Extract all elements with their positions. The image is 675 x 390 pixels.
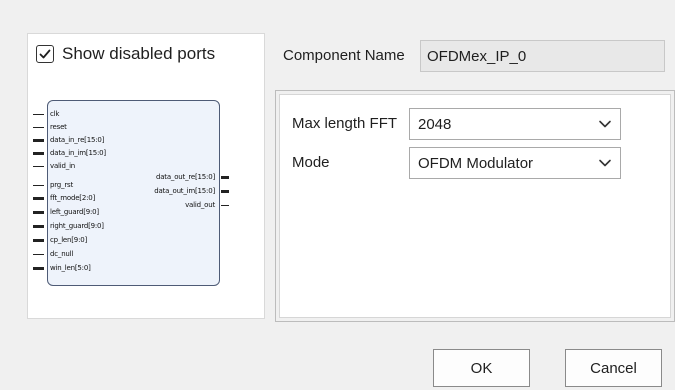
port-pin (33, 138, 44, 142)
customize-ip-dialog: Show disabled ports clk reset data_in_re… (0, 0, 675, 390)
input-port: prg_rst (33, 180, 73, 190)
parameters-content: Max length FFT 2048 Mode OFDM Modulator (279, 94, 671, 318)
mode-value: OFDM Modulator (418, 154, 534, 172)
component-name-label: Component Name (283, 47, 405, 64)
port-name: clk (50, 110, 60, 118)
port-pin (33, 238, 44, 242)
input-port: clk (33, 109, 59, 119)
cancel-button[interactable]: Cancel (565, 349, 662, 387)
port-pin (221, 204, 229, 206)
show-disabled-ports-label: Show disabled ports (62, 44, 216, 63)
port-pin (33, 184, 44, 186)
port-name: data_in_re[15:0] (50, 136, 105, 144)
port-pin (33, 126, 44, 128)
output-port: data_out_im[15:0] (154, 186, 229, 196)
input-port: win_len[5:0] (33, 263, 91, 273)
port-name: reset (50, 123, 67, 131)
input-port: left_guard[9:0] (33, 207, 99, 217)
input-port: right_guard[9:0] (33, 221, 104, 231)
port-pin (33, 196, 44, 200)
input-port: reset (33, 122, 67, 132)
port-pin (33, 165, 44, 167)
port-name: valid_out (185, 201, 215, 209)
port-pin (33, 253, 44, 255)
chevron-down-icon (590, 119, 620, 129)
output-port: data_out_re[15:0] (156, 172, 229, 182)
input-port: valid_in (33, 161, 75, 171)
input-port: cp_len[9:0] (33, 235, 87, 245)
input-port: data_in_im[15:0] (33, 148, 106, 158)
port-pin (221, 175, 229, 179)
ok-button[interactable]: OK (433, 349, 530, 387)
port-name: data_out_im[15:0] (154, 187, 215, 195)
check-icon (39, 49, 51, 59)
show-disabled-ports-checkbox[interactable]: Show disabled ports (36, 44, 215, 64)
input-port: fft_mode[2:0] (33, 193, 95, 203)
output-port: valid_out (185, 200, 229, 210)
port-pin (221, 189, 229, 193)
port-pin (33, 224, 44, 228)
max-length-fft-value: 2048 (418, 115, 452, 133)
port-name: right_guard[9:0] (50, 222, 104, 230)
port-pin (33, 151, 44, 155)
max-length-fft-dropdown[interactable]: 2048 (409, 108, 621, 140)
component-name-field[interactable]: OFDMex_IP_0 (420, 40, 665, 72)
port-name: win_len[5:0] (50, 264, 91, 272)
mode-dropdown[interactable]: OFDM Modulator (409, 147, 621, 179)
port-name: fft_mode[2:0] (50, 194, 96, 202)
port-pin (33, 113, 44, 115)
input-port: dc_null (33, 249, 73, 259)
max-length-fft-label: Max length FFT (292, 115, 398, 132)
parameters-panel: Max length FFT 2048 Mode OFDM Modulator (275, 90, 675, 322)
chevron-down-icon (590, 158, 620, 168)
port-name: cp_len[9:0] (50, 236, 88, 244)
port-name: dc_null (50, 250, 74, 258)
port-pin (33, 210, 44, 214)
input-port: data_in_re[15:0] (33, 135, 104, 145)
port-name: data_in_im[15:0] (50, 149, 106, 157)
port-name: data_out_re[15:0] (155, 173, 215, 181)
mode-label: Mode (292, 154, 330, 171)
checkbox-box[interactable] (36, 45, 54, 63)
port-name: prg_rst (50, 181, 74, 189)
port-name: left_guard[9:0] (50, 208, 99, 216)
port-name: valid_in (50, 162, 76, 170)
port-pin (33, 266, 44, 270)
